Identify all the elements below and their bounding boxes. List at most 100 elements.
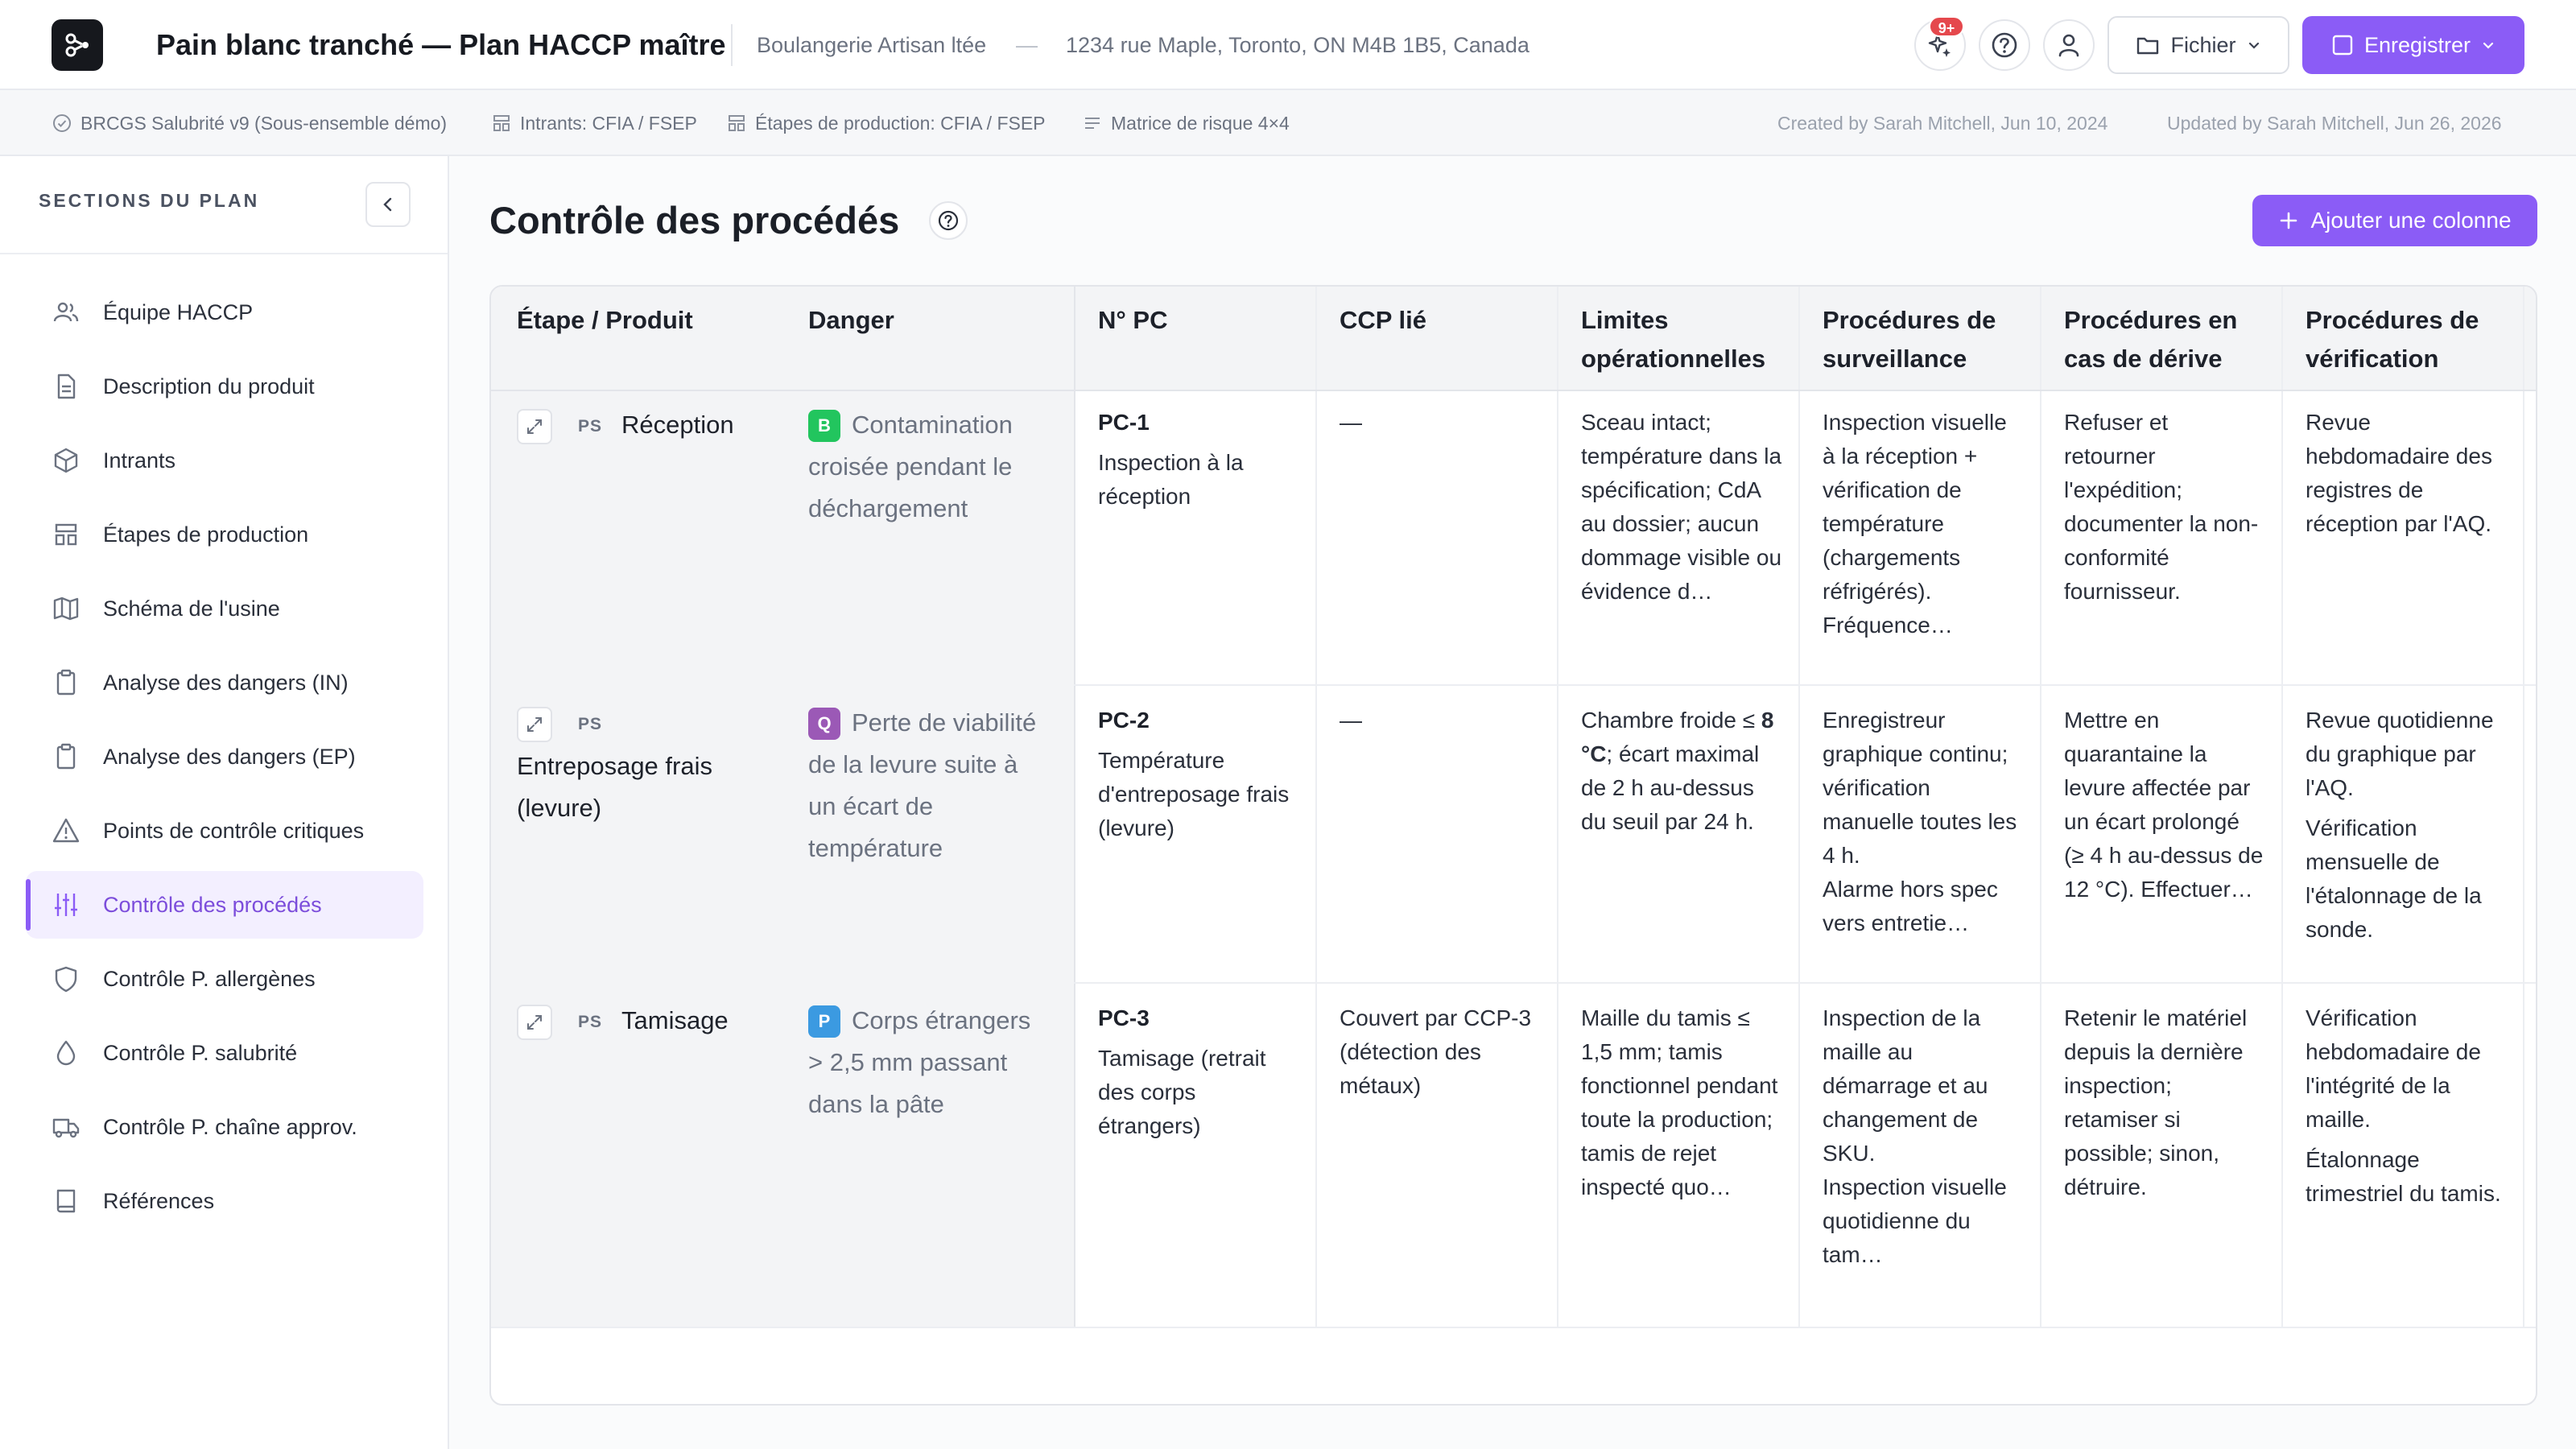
clipboard-icon xyxy=(56,669,76,696)
pc-cell[interactable]: PC-2 Température d'entreposage frais (lev… xyxy=(1098,704,1299,845)
deviation-cell[interactable]: Refuser et retourner l'expédition; docum… xyxy=(2064,406,2265,609)
sidebar-item-references[interactable]: Références xyxy=(26,1167,423,1235)
sidebar-item-label: Schéma de l'usine xyxy=(103,596,280,621)
pc-number: PC-1 xyxy=(1098,410,1150,435)
expand-row-button[interactable] xyxy=(517,1005,552,1040)
list-icon xyxy=(1085,118,1100,129)
monitoring-text: Inspection visuelle quotidienne du tam… xyxy=(1823,1174,2007,1267)
sidebar-item-critical-control-points[interactable]: Points de contrôle critiques xyxy=(26,797,423,865)
column-header[interactable]: CCP lié xyxy=(1340,301,1426,340)
row-divider xyxy=(1074,684,2536,686)
danger-text: Perte de viabilité de la levure suite à … xyxy=(808,708,1037,862)
steps-info[interactable]: Étapes de production: CFIA / FSEP xyxy=(726,111,1046,135)
operational-limits-cell[interactable]: Chambre froide ≤ 8 °C; écart maximal de … xyxy=(1581,704,1782,839)
file-menu-button[interactable]: Fichier xyxy=(2107,16,2289,74)
save-button[interactable]: Enregistrer xyxy=(2302,16,2524,74)
truck-icon xyxy=(52,1118,80,1138)
company-address: 1234 rue Maple, Toronto, ON M4B 1B5, Can… xyxy=(1066,33,1530,57)
sidebar-item-plant-schema[interactable]: Schéma de l'usine xyxy=(26,575,423,642)
help-button[interactable] xyxy=(1979,19,2030,71)
users-icon xyxy=(53,302,79,322)
verification-text: Revue quotidienne du graphique par l'AQ. xyxy=(2306,708,2494,800)
deviation-cell[interactable]: Mettre en quarantaine la levure affectée… xyxy=(2064,704,2265,906)
step-name: Entreposage frais (levure) xyxy=(517,752,712,822)
layout-icon xyxy=(729,115,745,131)
limits-text: ; écart maximal de 2 h au-dessus du seui… xyxy=(1581,741,1760,834)
add-column-label: Ajouter une colonne xyxy=(2310,208,2512,233)
physical-hazard-badge: P xyxy=(808,1005,840,1038)
operational-limits-cell[interactable]: Maille du tamis ≤ 1,5 mm; tamis fonction… xyxy=(1581,1001,1782,1204)
inputs-info[interactable]: Intrants: CFIA / FSEP xyxy=(491,111,697,135)
app-logo[interactable] xyxy=(52,19,103,71)
column-header[interactable]: Étape / Produit xyxy=(517,301,693,340)
column-header[interactable]: Limites opérationnelles xyxy=(1581,301,1790,378)
updated-info: Updated by Sarah Mitchell, Jun 26, 2026 xyxy=(2167,113,2502,134)
folder-icon xyxy=(2137,37,2159,55)
linked-ccp-cell[interactable]: — xyxy=(1340,704,1541,737)
sidebar-item-allergen-control[interactable]: Contrôle P. allergènes xyxy=(26,945,423,1013)
column-header[interactable]: Procédures de surveillance xyxy=(1823,301,2032,378)
linked-ccp-cell[interactable]: — xyxy=(1340,406,1541,440)
monitoring-cell[interactable]: Inspection de la maille au démarrage et … xyxy=(1823,1001,2024,1272)
sidebar-heading: SECTIONS DU PLAN xyxy=(39,190,260,211)
expand-row-button[interactable] xyxy=(517,707,552,742)
sidebar-item-label: Étapes de production xyxy=(103,522,309,547)
danger-cell: P Corps étrangers > 2,5 mm passant dans l… xyxy=(808,1000,1050,1125)
danger-cell: Q Perte de viabilité de la levure suite à… xyxy=(808,702,1050,869)
help-icon xyxy=(938,210,959,231)
monitoring-cell[interactable]: Inspection visuelle à la réception + vér… xyxy=(1823,406,2024,642)
sliders-icon xyxy=(55,894,77,916)
add-column-button[interactable]: Ajouter une colonne xyxy=(2252,195,2537,246)
column-header[interactable]: Procédures de vérification xyxy=(2306,301,2515,378)
column-divider xyxy=(1074,287,1075,1327)
save-label: Enregistrer xyxy=(2363,32,2471,57)
collapse-sidebar-button[interactable] xyxy=(365,182,411,227)
sidebar-item-hazard-analysis-in[interactable]: Analyse des dangers (IN) xyxy=(26,649,423,716)
steps-label: Étapes de production: CFIA / FSEP xyxy=(755,113,1046,134)
sidebar-item-production-steps[interactable]: Étapes de production xyxy=(26,501,423,568)
sidebar-item-supply-chain-control[interactable]: Contrôle P. chaîne approv. xyxy=(26,1093,423,1161)
user-menu-button[interactable] xyxy=(2043,19,2095,71)
document-title: Pain blanc tranché — Plan HACCP maître xyxy=(156,28,726,61)
sidebar-item-haccp-team[interactable]: Équipe HACCP xyxy=(26,279,423,346)
pc-cell[interactable]: PC-1 Inspection à la réception xyxy=(1098,406,1299,514)
sidebar-item-inputs[interactable]: Intrants xyxy=(26,427,423,494)
sidebar-item-sanitation-control[interactable]: Contrôle P. salubrité xyxy=(26,1019,423,1087)
sidebar-item-product-description[interactable]: Description du produit xyxy=(26,353,423,420)
chevron-left-icon xyxy=(383,197,392,212)
sidebar-item-label: Contrôle des procédés xyxy=(103,892,322,917)
column-header[interactable]: Danger xyxy=(808,301,894,340)
sidebar-item-hazard-analysis-ep[interactable]: Analyse des dangers (EP) xyxy=(26,723,423,791)
sidebar-item-process-control[interactable]: Contrôle des procédés xyxy=(26,871,423,939)
save-icon xyxy=(2332,35,2353,56)
deviation-cell[interactable]: Retenir le matériel depuis la dernière i… xyxy=(2064,1001,2265,1204)
plan-sections-sidebar: SECTIONS DU PLAN Équipe HACCP Descriptio… xyxy=(0,156,449,1449)
column-header[interactable]: N° PC xyxy=(1098,301,1167,340)
table-body-end xyxy=(491,1327,2536,1328)
header-separator: — xyxy=(1016,33,1038,57)
monitoring-cell[interactable]: Enregistreur graphique continu; vérifica… xyxy=(1823,704,2024,940)
pc-cell[interactable]: PC-3 Tamisage (retrait des corps étranger… xyxy=(1098,1001,1299,1143)
operational-limits-cell[interactable]: Sceau intact; température dans la spécif… xyxy=(1581,406,1782,609)
column-header[interactable]: Procédures en cas de dérive xyxy=(2064,301,2273,378)
document-icon xyxy=(57,374,76,399)
linked-ccp-cell[interactable]: Couvert par CCP-3 (détection des métaux) xyxy=(1340,1001,1541,1103)
sidebar-item-label: Analyse des dangers (IN) xyxy=(103,670,349,695)
expand-row-button[interactable] xyxy=(517,409,552,444)
section-help-button[interactable] xyxy=(929,201,968,240)
warning-icon xyxy=(52,818,80,843)
risk-matrix-info[interactable]: Matrice de risque 4×4 xyxy=(1082,111,1290,135)
shield-icon xyxy=(55,966,77,993)
verification-cell[interactable]: Vérification hebdomadaire de l'intégrité… xyxy=(2306,1001,2507,1211)
sidebar-item-label: Intrants xyxy=(103,448,176,473)
sidebar-item-label: Contrôle P. chaîne approv. xyxy=(103,1114,357,1139)
expand-icon xyxy=(527,419,542,434)
step-name: Tamisage xyxy=(621,1006,729,1034)
verification-cell[interactable]: Revue quotidienne du graphique par l'AQ.… xyxy=(2306,704,2507,947)
standard-info[interactable]: BRCGS Salubrité v9 (Sous-ensemble démo) xyxy=(52,111,447,135)
plus-icon xyxy=(2281,212,2297,229)
sidebar-divider xyxy=(0,253,448,254)
check-circle-icon xyxy=(53,114,71,132)
verification-cell[interactable]: Revue hebdomadaire des registres de réce… xyxy=(2306,406,2507,541)
sidebar-item-label: Équipe HACCP xyxy=(103,299,254,324)
